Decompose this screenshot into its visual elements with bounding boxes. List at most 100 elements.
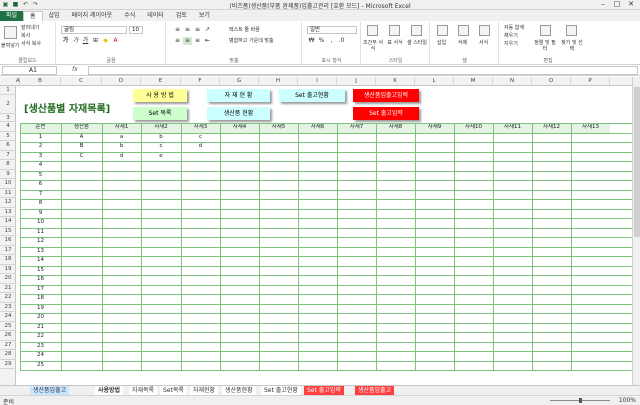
format-painter-button[interactable]: 서식 복사 xyxy=(21,41,41,47)
table-cell[interactable]: 21 xyxy=(20,323,61,333)
row-header[interactable]: 20 xyxy=(0,274,16,284)
minimize-icon[interactable]: – xyxy=(596,0,610,9)
table-cell[interactable]: 10 xyxy=(20,218,61,228)
table-cell[interactable]: b xyxy=(141,133,181,143)
row-header[interactable]: 15 xyxy=(0,227,16,236)
align-top-icon[interactable]: ≡ xyxy=(173,26,182,34)
table-cell[interactable]: 25 xyxy=(20,361,61,371)
row-header[interactable]: 29 xyxy=(0,360,16,369)
paste-icon[interactable] xyxy=(4,26,17,39)
row-header[interactable]: 12 xyxy=(0,198,16,208)
table-cell[interactable]: 12 xyxy=(20,237,61,247)
column-header[interactable]: I xyxy=(298,77,337,86)
conditional-format-icon[interactable] xyxy=(367,25,378,36)
sheet-tab[interactable]: Set 출고현황 xyxy=(261,386,301,395)
border-icon[interactable]: ⊞ xyxy=(91,37,100,45)
paste-button[interactable]: 붙여넣기 xyxy=(1,43,19,49)
column-header[interactable]: B xyxy=(20,77,61,86)
column-header[interactable]: M xyxy=(454,77,493,86)
table-cell[interactable]: 14 xyxy=(20,256,61,266)
row-header[interactable]: 27 xyxy=(0,341,16,350)
macro-button[interactable]: 자 재 현 황 xyxy=(207,89,270,102)
align-bottom-icon[interactable]: ≡ xyxy=(193,26,202,34)
column-header[interactable]: H xyxy=(259,77,298,86)
scroll-thumb[interactable] xyxy=(634,87,640,237)
table-cell[interactable]: d xyxy=(181,142,220,152)
function-icon[interactable]: fx xyxy=(72,66,78,73)
autosum-button[interactable]: 자동 합계 xyxy=(504,25,524,31)
macro-button[interactable]: 생산품 현황 xyxy=(207,107,270,120)
table-cell[interactable]: C xyxy=(61,152,102,162)
wrap-text-button[interactable]: 텍스트 줄 바꿈 xyxy=(229,27,260,33)
copy-button[interactable]: 복사 xyxy=(21,33,30,39)
italic-icon[interactable]: 가 xyxy=(71,37,80,45)
table-format-icon[interactable] xyxy=(389,25,400,36)
sheet-tab[interactable]: 생산품입출고 xyxy=(355,386,395,395)
sheet-tab[interactable]: 자재현황 xyxy=(190,386,219,395)
table-cell[interactable]: 16 xyxy=(20,275,61,285)
table-cell[interactable]: 18 xyxy=(20,294,61,304)
underline-icon[interactable]: 가 xyxy=(81,37,90,45)
table-cell[interactable]: 2 xyxy=(20,142,61,152)
table-cell[interactable]: c xyxy=(181,133,220,143)
find-select-button[interactable]: 찾기 및 선택 xyxy=(560,40,584,52)
orientation-icon[interactable]: ↗ xyxy=(203,26,212,34)
row-header[interactable]: 22 xyxy=(0,293,16,303)
table-header-cell[interactable]: 자재4 xyxy=(220,123,259,133)
table-cell[interactable]: b xyxy=(102,142,141,152)
font-size-select[interactable]: 10 xyxy=(129,26,143,34)
row-header[interactable]: 19 xyxy=(0,265,16,274)
row-header[interactable]: 26 xyxy=(0,331,16,341)
column-header[interactable]: E xyxy=(141,77,181,86)
format-cells-icon[interactable] xyxy=(479,25,490,36)
table-cell[interactable]: A xyxy=(61,133,102,143)
zoom-level[interactable]: 100% xyxy=(619,397,636,404)
row-header[interactable]: 8 xyxy=(0,160,16,170)
macro-button[interactable]: 생산품입출고입력 xyxy=(353,89,419,102)
tab-data[interactable]: 데이터 xyxy=(141,11,170,21)
table-cell[interactable]: 5 xyxy=(20,171,61,181)
currency-icon[interactable]: ₩ xyxy=(307,37,316,45)
align-center-icon[interactable]: ≡ xyxy=(183,37,192,45)
table-header-cell[interactable]: 자재5 xyxy=(259,123,298,133)
table-cell[interactable]: 20 xyxy=(20,313,61,323)
vertical-scrollbar[interactable] xyxy=(632,77,640,385)
table-header-cell[interactable]: 자재12 xyxy=(532,123,571,133)
tab-formulas[interactable]: 수식 xyxy=(118,11,141,21)
table-header-cell[interactable]: 자재6 xyxy=(298,123,337,133)
table-cell[interactable]: 13 xyxy=(20,247,61,257)
row-header[interactable]: 3 xyxy=(0,114,16,122)
row-header[interactable]: 9 xyxy=(0,170,16,179)
row-header[interactable]: 17 xyxy=(0,246,16,255)
table-header-cell[interactable]: 자재7 xyxy=(337,123,376,133)
cell-style-button[interactable]: 셀 스타일 xyxy=(407,40,427,46)
comma-icon[interactable]: , xyxy=(327,37,336,45)
table-cell[interactable]: 6 xyxy=(20,180,61,190)
row-header[interactable]: 2 xyxy=(0,95,16,114)
macro-button[interactable]: Set 출고입력 xyxy=(353,107,419,120)
table-header-cell[interactable]: 자재13 xyxy=(571,123,610,133)
column-header[interactable]: F xyxy=(181,77,220,86)
table-header-cell[interactable]: 자재2 xyxy=(141,123,181,133)
table-header-cell[interactable]: 자재8 xyxy=(376,123,415,133)
table-cell[interactable]: a xyxy=(102,133,141,143)
insert-cells-button[interactable]: 삽입 xyxy=(437,40,446,46)
row-header[interactable]: 14 xyxy=(0,217,16,227)
indent-icon[interactable]: ⇤ xyxy=(203,37,212,45)
sheet-tab[interactable]: 자재목록 xyxy=(129,386,158,395)
align-right-icon[interactable]: ≡ xyxy=(193,37,202,45)
sheet-tab[interactable]: Set목록 xyxy=(160,386,187,395)
sheet-tab[interactable]: 생산품현황 xyxy=(222,386,256,395)
row-header[interactable]: 7 xyxy=(0,151,16,160)
sheet-tab[interactable]: 사용방법 xyxy=(95,386,124,395)
table-cell[interactable]: c xyxy=(141,142,181,152)
tab-insert[interactable]: 삽입 xyxy=(43,11,66,21)
row-header[interactable]: 18 xyxy=(0,255,16,265)
conditional-format-button[interactable]: 조건부 서식 xyxy=(363,40,383,52)
column-header[interactable]: C xyxy=(61,77,102,86)
table-cell[interactable]: B xyxy=(61,142,102,152)
maximize-icon[interactable]: □ xyxy=(610,0,624,9)
row-header[interactable]: 16 xyxy=(0,236,16,246)
close-icon[interactable]: ✕ xyxy=(624,0,638,9)
delete-cells-icon[interactable] xyxy=(458,25,469,36)
